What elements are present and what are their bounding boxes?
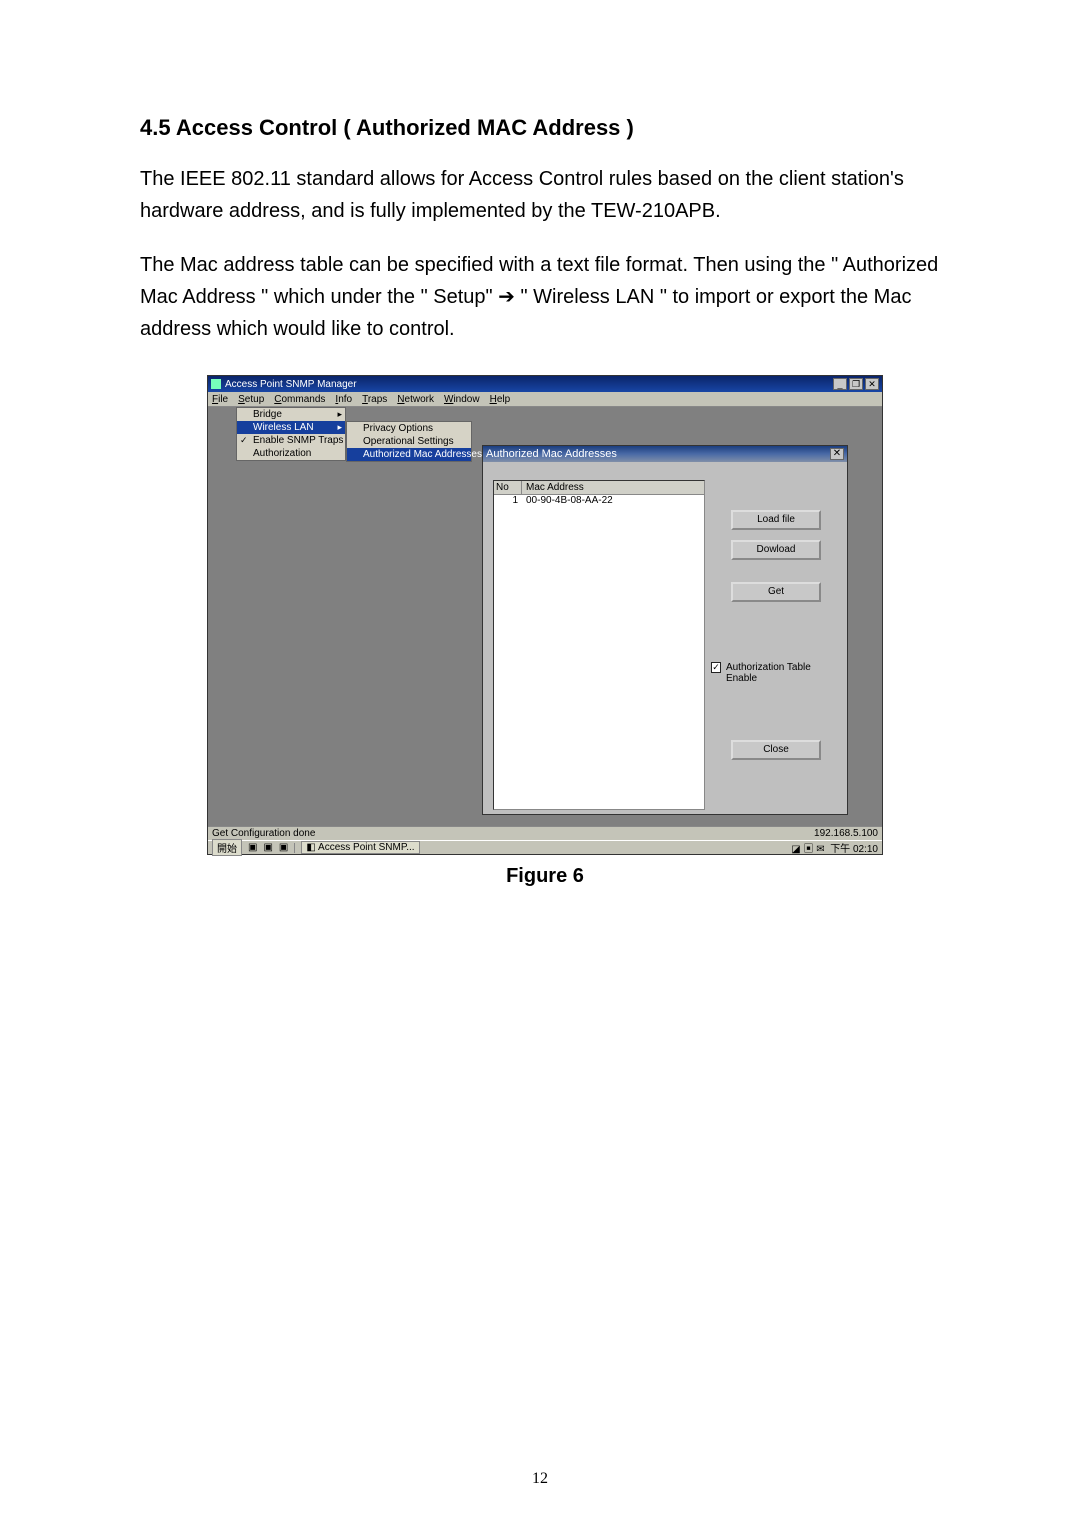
cell-mac: 00-90-4B-08-AA-22 — [522, 495, 704, 506]
menu-item-operational-settings[interactable]: Operational Settings — [347, 435, 471, 448]
download-button[interactable]: Dowload — [731, 540, 821, 560]
table-row[interactable]: 1 00-90-4B-08-AA-22 — [494, 495, 704, 506]
dialog-close-button[interactable]: ✕ — [830, 448, 844, 460]
menu-window[interactable]: Window — [444, 394, 480, 405]
menu-item-enable-snmp-traps[interactable]: ✓Enable SNMP Traps — [237, 434, 345, 447]
col-header-no[interactable]: No — [494, 481, 522, 494]
app-titlebar: Access Point SNMP Manager _ ❐ ✕ — [208, 376, 882, 392]
tray-icon[interactable]: ✉ — [816, 844, 824, 855]
minimize-button[interactable]: _ — [833, 378, 847, 390]
col-header-mac[interactable]: Mac Address — [522, 481, 704, 494]
app-title: Access Point SNMP Manager — [225, 379, 357, 390]
screenshot-figure: Access Point SNMP Manager _ ❐ ✕ File Set… — [207, 375, 883, 855]
menu-item-authorization[interactable]: Authorization — [237, 447, 345, 460]
menu-setup[interactable]: Setup — [238, 394, 264, 405]
setup-submenu: Bridge▸ Wireless LAN▸ ✓Enable SNMP Traps… — [236, 407, 346, 461]
statusbar: Get Configuration done 192.168.5.100 — [208, 826, 882, 840]
load-file-button[interactable]: Load file — [731, 510, 821, 530]
menu-item-privacy-options[interactable]: Privacy Options — [347, 422, 471, 435]
status-text: Get Configuration done — [212, 828, 315, 839]
tray-icon[interactable]: ◪ — [791, 844, 800, 855]
figure-caption: Figure 6 — [140, 865, 950, 888]
auth-table-enable-checkbox[interactable]: ✓ Authorization Table Enable — [711, 662, 831, 684]
mac-address-table[interactable]: No Mac Address 1 00-90-4B-08-AA-22 — [493, 480, 705, 810]
checkbox-icon: ✓ — [711, 662, 721, 673]
page-number: 12 — [0, 1470, 1080, 1488]
taskbar-clock: 下午 02:10 — [830, 844, 878, 855]
cell-no: 1 — [494, 495, 522, 506]
menu-commands[interactable]: Commands — [274, 394, 325, 405]
body-paragraph-2: The Mac address table can be specified w… — [140, 249, 950, 345]
menu-traps[interactable]: Traps — [362, 394, 387, 405]
close-dialog-button[interactable]: Close — [731, 740, 821, 760]
taskbar: 開始 ▣ ▣ ▣ ◧ Access Point SNMP... ◪ ▣ ✉ 下午… — [208, 840, 882, 854]
taskbar-active-app[interactable]: ◧ Access Point SNMP... — [301, 841, 419, 854]
menu-network[interactable]: Network — [397, 394, 434, 405]
quicklaunch-icon[interactable]: ▣ — [263, 842, 272, 853]
menu-help[interactable]: Help — [490, 394, 511, 405]
start-button[interactable]: 開始 — [212, 839, 242, 856]
app-icon — [211, 379, 221, 389]
menu-item-authorized-mac-addresses[interactable]: Authorized Mac Addresses — [347, 448, 471, 461]
mdi-client-area: Bridge▸ Wireless LAN▸ ✓Enable SNMP Traps… — [208, 407, 882, 826]
checkbox-label: Authorization Table Enable — [726, 662, 831, 684]
dialog-titlebar: Authorized Mac Addresses ✕ — [483, 446, 847, 462]
menubar: File Setup Commands Info Traps Network W… — [208, 392, 882, 407]
quicklaunch-icon[interactable]: ▣ — [248, 842, 257, 853]
taskbar-app-icon: ◧ — [306, 842, 315, 853]
dialog-title: Authorized Mac Addresses — [486, 448, 617, 460]
close-button[interactable]: ✕ — [865, 378, 879, 390]
quicklaunch-icon[interactable]: ▣ — [279, 842, 288, 853]
tray-icon[interactable]: ▣ — [803, 844, 813, 855]
wlan-submenu: Privacy Options Operational Settings Aut… — [346, 421, 472, 462]
body-paragraph-1: The IEEE 802.11 standard allows for Acce… — [140, 163, 950, 227]
menu-file[interactable]: File — [212, 394, 228, 405]
get-button[interactable]: Get — [731, 582, 821, 602]
menu-item-wireless-lan[interactable]: Wireless LAN▸ — [237, 421, 345, 434]
menu-info[interactable]: Info — [335, 394, 352, 405]
status-ip: 192.168.5.100 — [814, 828, 878, 839]
section-heading: 4.5 Access Control ( Authorized MAC Addr… — [140, 115, 950, 141]
menu-item-bridge[interactable]: Bridge▸ — [237, 408, 345, 421]
authorized-mac-dialog: Authorized Mac Addresses ✕ No Mac Addres… — [482, 445, 848, 815]
maximize-button[interactable]: ❐ — [849, 378, 863, 390]
